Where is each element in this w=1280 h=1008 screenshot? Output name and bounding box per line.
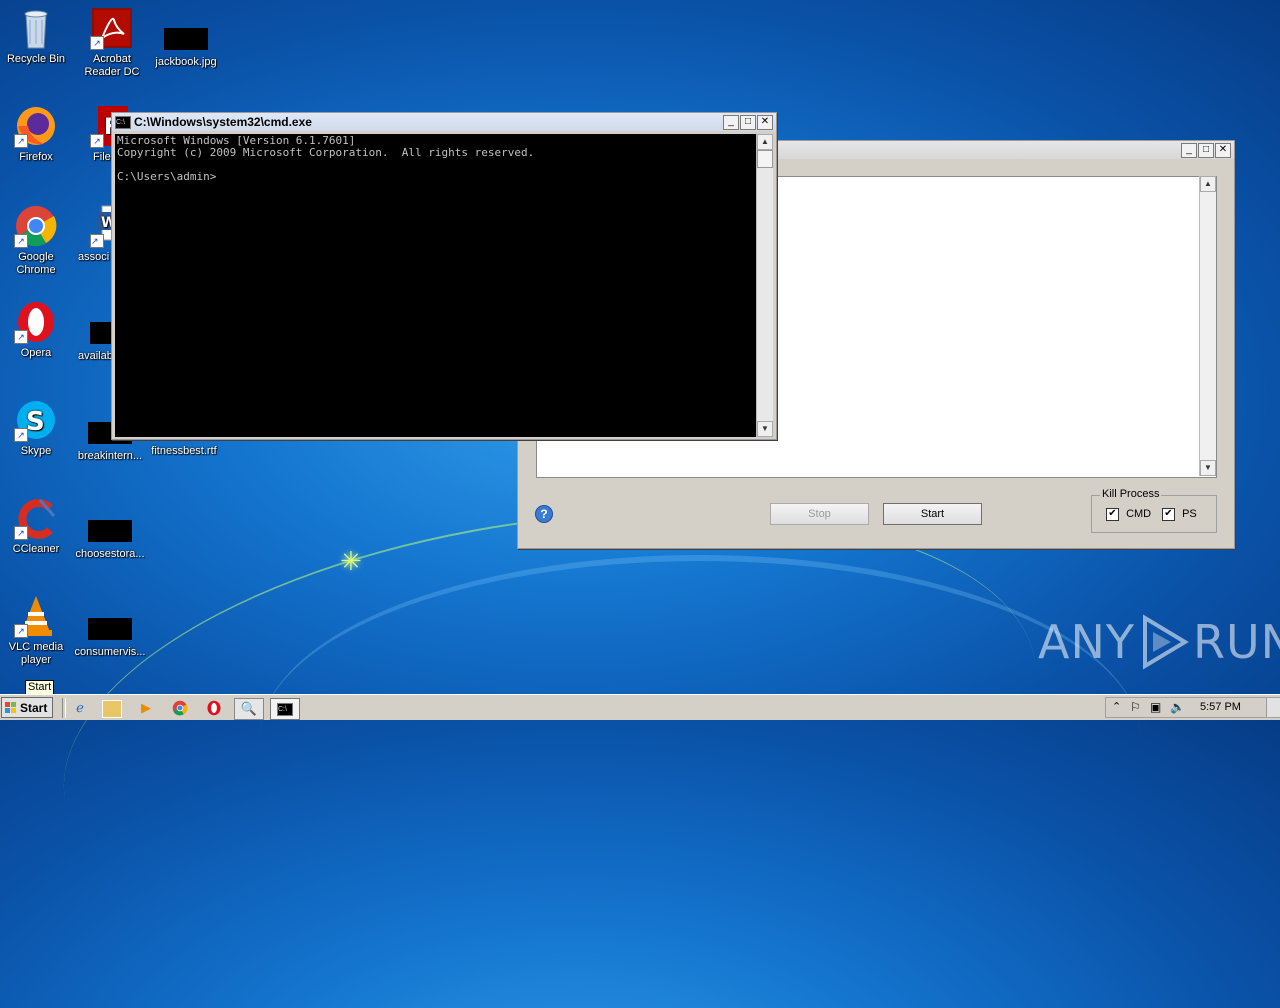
console-icon: C:\ [115, 115, 131, 129]
svg-text:S: S [26, 407, 45, 437]
desktop-icon-skype[interactable]: S ↗ Skype [0, 398, 72, 458]
taskbar-divider [62, 698, 66, 718]
checkbox-checked-icon[interactable]: ✔ [1162, 508, 1175, 521]
cmd-titlebar[interactable]: C:\ C:\Windows\system32\cmd.exe _ □ ✕ [112, 113, 776, 131]
scroll-up-icon[interactable]: ▲ [757, 134, 773, 150]
opera-icon: ↗ [14, 300, 58, 344]
action-center-flag-icon[interactable]: ⚐ [1130, 700, 1141, 714]
search-tool-icon[interactable]: 🔍 [234, 698, 264, 720]
maximize-button[interactable]: □ [1198, 142, 1214, 158]
close-button[interactable]: ✕ [757, 114, 773, 130]
cmd-taskbar-button[interactable]: C:\ [270, 698, 300, 720]
ps-checkbox[interactable]: ✔ PS [1162, 508, 1197, 521]
anyrun-watermark: ANY RUN [1038, 614, 1280, 670]
desktop-icon-consumervis[interactable]: consumervis... [74, 594, 146, 659]
help-icon[interactable]: ? [535, 505, 553, 523]
shortcut-arrow-icon: ↗ [14, 624, 28, 638]
acrobat-icon: ↗ [90, 6, 134, 50]
skype-icon: S ↗ [14, 398, 58, 442]
close-button[interactable]: ✕ [1215, 142, 1231, 158]
file-icon [90, 322, 112, 344]
start-button[interactable]: Start [1, 697, 53, 718]
desktop-icon-acrobat[interactable]: ↗ Acrobat Reader DC [76, 6, 148, 79]
scroll-down-icon[interactable]: ▼ [757, 421, 773, 437]
cmd-window[interactable]: C:\ C:\Windows\system32\cmd.exe _ □ ✕ Mi… [111, 112, 777, 440]
desktop-icon-chrome[interactable]: ↗ Google Chrome [0, 204, 72, 277]
file-icon [88, 618, 132, 640]
show-hidden-icons-icon[interactable]: ⌃ [1112, 700, 1121, 713]
desktop-icon-recycle-bin[interactable]: Recycle Bin [0, 6, 72, 66]
desktop-icon-vlc[interactable]: ↗ VLC media player [0, 594, 72, 667]
kill-process-group: Kill Process ✔ CMD ✔ PS [1091, 488, 1217, 533]
console-icon: C:\ [277, 702, 293, 716]
play-logo-icon [1142, 614, 1189, 670]
console-output[interactable]: Microsoft Windows [Version 6.1.7601] Copy… [115, 134, 756, 437]
show-desktop-button[interactable] [1266, 698, 1280, 717]
cmd-title: C:\Windows\system32\cmd.exe [134, 115, 312, 129]
firefox-icon: ↗ [14, 104, 58, 148]
taskbar: Start ℯ ▶ 🔍 C:\ ⌃ ⚐ ▣ 🔈 5:57 PM [0, 694, 1280, 720]
system-tray: ⌃ ⚐ ▣ 🔈 5:57 PM [1105, 697, 1280, 718]
scroll-thumb[interactable] [757, 150, 773, 168]
chrome-icon: ↗ [14, 204, 58, 248]
internet-explorer-icon[interactable]: ℯ [70, 698, 90, 718]
checkbox-checked-icon[interactable]: ✔ [1106, 508, 1119, 521]
start-tooltip: Start [25, 680, 55, 695]
console-line: Copyright (c) 2009 Microsoft Corporation… [117, 146, 535, 159]
desktop-icon-ccleaner[interactable]: ↗ CCleaner [0, 496, 72, 556]
scroll-up-icon[interactable]: ▲ [1200, 176, 1216, 192]
start-button[interactable]: Start [883, 503, 982, 525]
media-player-icon[interactable]: ▶ [136, 698, 156, 718]
shortcut-arrow-icon: ↗ [14, 134, 28, 148]
minimize-button[interactable]: _ [1181, 142, 1197, 158]
file-icon [88, 520, 132, 542]
stop-button[interactable]: Stop [770, 503, 869, 525]
desktop-icon-opera[interactable]: ↗ Opera [0, 300, 72, 360]
recycle-bin-icon [14, 6, 58, 50]
cmd-scrollbar[interactable]: ▲ ▼ [756, 134, 773, 437]
network-icon[interactable]: ▣ [1150, 700, 1161, 714]
opera-taskbar-icon[interactable] [204, 698, 224, 718]
clock[interactable]: 5:57 PM [1200, 701, 1241, 713]
vlc-icon: ↗ [14, 594, 58, 638]
windows-logo-icon [5, 702, 16, 713]
maximize-button[interactable]: □ [740, 114, 756, 130]
console-prompt: C:\Users\admin> [117, 170, 217, 183]
volume-icon[interactable]: 🔈 [1170, 700, 1185, 714]
wallpaper-sparkle: ✳ [340, 546, 362, 576]
cmd-checkbox[interactable]: ✔ CMD [1106, 508, 1151, 521]
explorer-folder-icon[interactable] [102, 700, 122, 718]
shortcut-arrow-icon: ↗ [14, 428, 28, 442]
shortcut-arrow-icon: ↗ [90, 36, 104, 50]
shortcut-arrow-icon: ↗ [90, 234, 104, 248]
shortcut-arrow-icon: ↗ [14, 526, 28, 540]
shortcut-arrow-icon: ↗ [90, 134, 104, 148]
minimize-button[interactable]: _ [723, 114, 739, 130]
image-file-icon [164, 28, 208, 50]
scroll-down-icon[interactable]: ▼ [1200, 460, 1216, 476]
desktop-icon-firefox[interactable]: ↗ Firefox [0, 104, 72, 164]
output-scrollbar[interactable]: ▲ ▼ [1199, 176, 1216, 476]
shortcut-arrow-icon: ↗ [14, 330, 28, 344]
shortcut-arrow-icon: ↗ [14, 234, 28, 248]
desktop-icon-jackbook[interactable]: jackbook.jpg [150, 6, 222, 69]
ccleaner-icon: ↗ [14, 496, 58, 540]
desktop-icon-choosestora[interactable]: choosestora... [74, 496, 146, 561]
chrome-taskbar-icon[interactable] [170, 698, 190, 718]
